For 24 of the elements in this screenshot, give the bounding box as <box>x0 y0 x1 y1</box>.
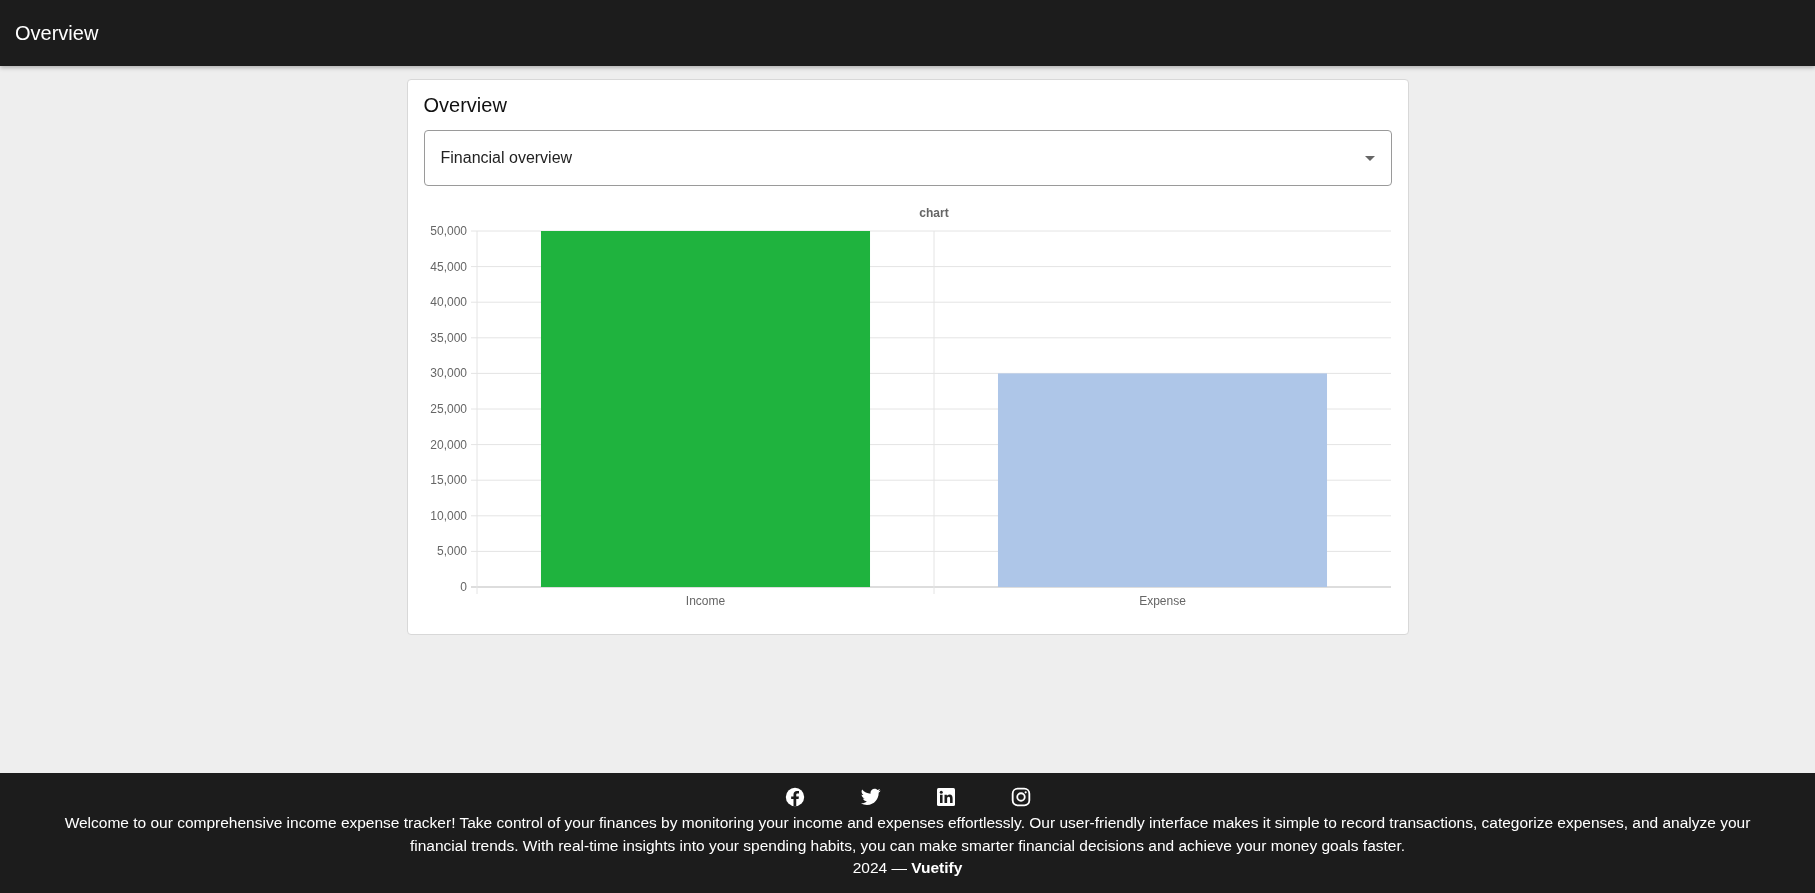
footer-text: Welcome to our comprehensive income expense tracker! Take control of your finances by monitoring your income and expenses effortlessly. Our user-friendly interface makes it simple to record transactions, categorize expenses, and analyze your financial trends. With real-time insights into your spending habits, you can make smarter financial decisions and achieve your money goals faster. <box>63 813 1752 856</box>
card-title: Overview <box>423 94 508 117</box>
x-tick-label: Expense <box>1138 594 1186 608</box>
y-tick-label: 10,000 <box>429 508 467 523</box>
y-tick-label: 25,000 <box>429 402 467 416</box>
app-title: Overview <box>15 21 99 45</box>
y-tick-label: 50,000 <box>429 224 467 238</box>
y-tick-label: 0 <box>459 580 467 594</box>
circle-f-icon[interactable] <box>784 787 805 807</box>
select-field[interactable]: Financial overview <box>423 130 1392 186</box>
y-tick-label: 45,000 <box>429 259 467 274</box>
y-tick-label: 15,000 <box>429 473 467 488</box>
chart-title: chart <box>918 206 949 220</box>
y-tick-label: 40,000 <box>429 295 467 310</box>
camera-icon[interactable] <box>1010 787 1031 807</box>
y-tick-label: 5,000 <box>436 544 467 559</box>
in-square-icon[interactable] <box>936 787 955 807</box>
y-tick-label: 20,000 <box>429 437 467 452</box>
bird-icon[interactable] <box>860 787 881 807</box>
caret-icon <box>1364 155 1375 161</box>
copyright-text: 2024 — Vuetify <box>852 858 963 878</box>
x-tick-label: Income <box>685 594 725 608</box>
y-tick-label: 35,000 <box>429 330 467 345</box>
y-tick-label: 30,000 <box>429 366 467 381</box>
